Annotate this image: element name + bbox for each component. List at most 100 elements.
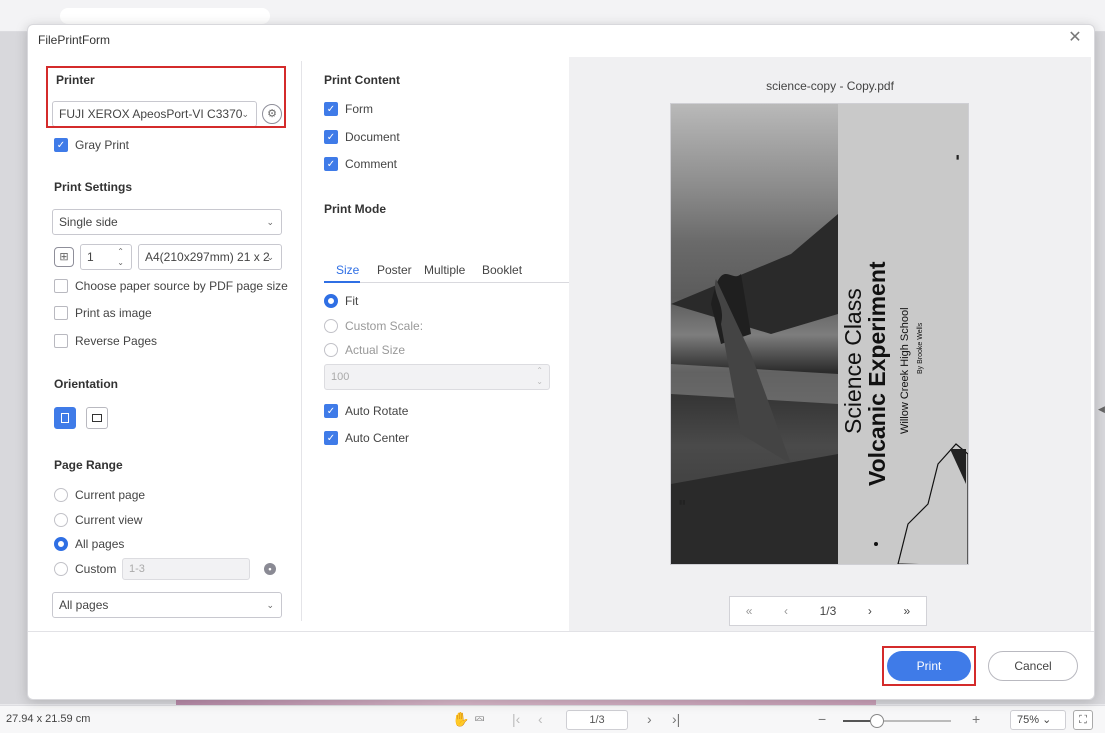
comment-label: Comment: [345, 157, 398, 171]
next-page-icon[interactable]: ›: [868, 604, 872, 618]
spinner-arrows-icon[interactable]: ⌃ ⌄: [536, 365, 543, 387]
auto-center-checkbox[interactable]: ✓: [324, 431, 338, 445]
custom-range-radio[interactable]: [54, 562, 68, 576]
reverse-pages-option[interactable]: Reverse Pages: [54, 334, 157, 348]
auto-center-label: Auto Center: [345, 431, 410, 445]
print-button[interactable]: Print: [887, 651, 971, 681]
document-option[interactable]: ✓ Document: [324, 130, 400, 144]
volcano-illustration: [671, 214, 838, 564]
preview-pager: « ‹ 1/3 › »: [729, 596, 927, 626]
current-view-radio[interactable]: [54, 513, 68, 527]
reverse-pages-checkbox[interactable]: [54, 334, 68, 348]
copies-input[interactable]: 1 ⌃ ⌄: [80, 244, 132, 270]
last-page-icon[interactable]: ›|: [672, 711, 680, 727]
current-page-radio[interactable]: [54, 488, 68, 502]
cancel-button[interactable]: Cancel: [988, 651, 1078, 681]
cover-sketch: [874, 443, 968, 564]
custom-scale-label: Custom Scale:: [345, 319, 424, 333]
first-page-icon[interactable]: |‹: [512, 711, 520, 727]
status-bar: 27.94 x 21.59 cm ✋ ⮹ |‹ ‹ 1/3 › ›| − + 7…: [0, 705, 1105, 733]
portrait-icon: [61, 413, 69, 423]
dialog-title: FilePrintForm: [38, 33, 111, 47]
next-page-icon[interactable]: ›: [647, 711, 652, 727]
comment-option[interactable]: ✓ Comment: [324, 157, 397, 171]
auto-rotate-option[interactable]: ✓ Auto Rotate: [324, 404, 408, 418]
print-mode-title: Print Mode: [324, 202, 386, 216]
portrait-button[interactable]: [54, 407, 76, 429]
page-range-title: Page Range: [54, 458, 123, 472]
page-subset-select[interactable]: All pages ⌄: [52, 592, 282, 618]
custom-range-option[interactable]: Custom: [54, 562, 116, 576]
paper-size-value: A4(210x297mm) 21 x 2: [145, 250, 270, 264]
actual-size-radio[interactable]: [324, 343, 338, 357]
print-content-title: Print Content: [324, 73, 400, 87]
gray-print-checkbox[interactable]: ✓: [54, 138, 68, 152]
dialog-footer: Print Cancel: [28, 631, 1094, 699]
photo-watermark-icon: ▮▮: [679, 500, 686, 506]
tab-size[interactable]: Size: [336, 263, 359, 277]
chevron-down-icon: ⌄: [266, 252, 274, 262]
tab-booklet[interactable]: Booklet: [482, 263, 522, 277]
custom-range-input[interactable]: 1-3: [122, 558, 250, 580]
preview-file-name: science-copy - Copy.pdf: [766, 79, 894, 93]
form-checkbox[interactable]: ✓: [324, 102, 338, 116]
fit-option[interactable]: Fit: [324, 294, 358, 308]
all-pages-radio[interactable]: [54, 537, 68, 551]
comment-checkbox[interactable]: ✓: [324, 157, 338, 171]
form-option[interactable]: ✓ Form: [324, 102, 373, 116]
previous-page-icon[interactable]: ‹: [538, 711, 543, 727]
zoom-out-icon[interactable]: −: [818, 711, 826, 727]
app-tab[interactable]: [60, 8, 270, 24]
fit-page-icon[interactable]: ⛶: [1073, 710, 1093, 730]
zoom-in-icon[interactable]: +: [972, 711, 980, 727]
all-pages-option[interactable]: All pages: [54, 537, 124, 551]
sides-selected: Single side: [59, 215, 118, 229]
paper-source-checkbox[interactable]: [54, 279, 68, 293]
fit-radio[interactable]: [324, 294, 338, 308]
auto-center-option[interactable]: ✓ Auto Center: [324, 431, 409, 445]
current-page-option[interactable]: Current page: [54, 488, 145, 502]
copies-value: 1: [87, 250, 94, 264]
status-page-indicator[interactable]: 1/3: [566, 710, 628, 730]
spinner-arrows-icon[interactable]: ⌃ ⌄: [117, 246, 124, 268]
all-pages-label: All pages: [75, 537, 125, 551]
last-page-icon[interactable]: »: [903, 604, 910, 618]
print-dialog: FilePrintForm ✕ Printer FUJI XEROX Apeos…: [27, 24, 1095, 700]
landscape-button[interactable]: [86, 407, 108, 429]
zoom-slider-handle[interactable]: [870, 714, 884, 728]
info-icon[interactable]: •: [264, 563, 276, 575]
close-icon[interactable]: ✕: [1066, 29, 1084, 47]
gray-print-label: Gray Print: [75, 138, 130, 152]
form-label: Form: [345, 102, 373, 116]
zoom-slider[interactable]: [843, 720, 951, 722]
tab-multiple[interactable]: Multiple: [424, 263, 465, 277]
document-checkbox[interactable]: ✓: [324, 130, 338, 144]
collapse-panel-icon[interactable]: ◀: [1098, 404, 1105, 415]
select-tool-icon[interactable]: ⮹: [474, 711, 485, 728]
auto-rotate-checkbox[interactable]: ✓: [324, 404, 338, 418]
orientation-title: Orientation: [54, 377, 119, 391]
first-page-icon[interactable]: «: [746, 604, 753, 618]
print-as-image-option[interactable]: Print as image: [54, 306, 152, 320]
current-view-option[interactable]: Current view: [54, 513, 142, 527]
hand-tool-icon[interactable]: ✋: [452, 711, 469, 728]
tab-poster[interactable]: Poster: [377, 263, 412, 277]
page-subset-value: All pages: [59, 598, 109, 612]
zoom-level: 75%: [1017, 714, 1040, 726]
paper-source-label: Choose paper source by PDF page size: [75, 279, 288, 293]
sides-select[interactable]: Single side ⌄: [52, 209, 282, 235]
print-as-image-checkbox[interactable]: [54, 306, 68, 320]
custom-scale-option[interactable]: Custom Scale:: [324, 319, 423, 333]
previous-page-icon[interactable]: ‹: [784, 604, 788, 618]
actual-size-option[interactable]: Actual Size: [324, 343, 405, 357]
print-preview: science-copy - Copy.pdf ▮▮ ▮ Science Cla…: [569, 57, 1091, 631]
custom-scale-radio[interactable]: [324, 319, 338, 333]
middle-settings-column: Print Content ✓ Form ✓ Document ✓ Commen…: [301, 61, 572, 621]
paper-source-option[interactable]: Choose paper source by PDF page size: [54, 279, 288, 293]
volcano-photo: ▮▮: [671, 104, 838, 564]
scale-input[interactable]: 100 ⌃ ⌄: [324, 364, 550, 390]
page-dimensions: 27.94 x 21.59 cm: [6, 713, 91, 725]
gray-print-option[interactable]: ✓ Gray Print: [54, 138, 129, 152]
zoom-level-select[interactable]: 75% ⌄: [1010, 710, 1066, 730]
paper-size-select[interactable]: A4(210x297mm) 21 x 2 ⌄: [138, 244, 282, 270]
